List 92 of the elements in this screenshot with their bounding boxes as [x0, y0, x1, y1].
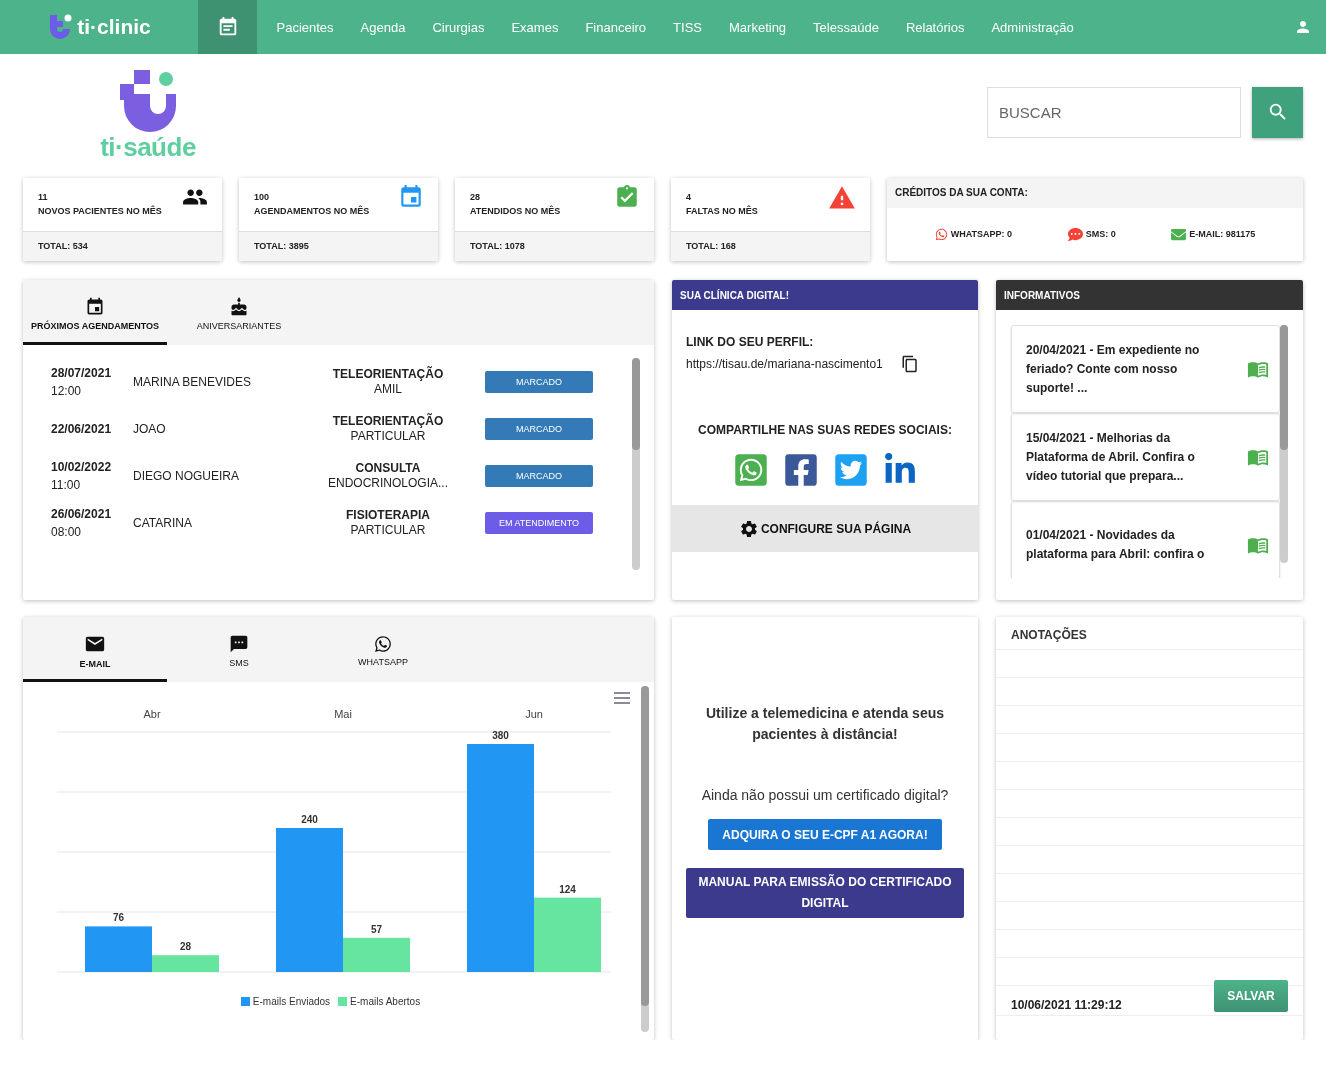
note-timestamp: 10/06/2021 11:29:12 [1011, 996, 1122, 1012]
stat-label: NOVOS PACIENTES NO MÊS [38, 206, 162, 216]
stat-total: TOTAL: 168 [671, 232, 870, 261]
clipboard-check-icon [614, 184, 640, 210]
procedure-text: CONSULTA ENDOCRINOLOGIA... [327, 460, 449, 491]
headline-text: Utilize a telemedicina e atenda seus pacientes à distância! [704, 704, 946, 744]
card-title: INFORMATIVOS [996, 280, 1303, 310]
tab[interactable]: PRÓXIMOS AGENDAMENTOS [23, 280, 167, 345]
stat-total: TOTAL: 3895 [239, 232, 438, 261]
calendar-button[interactable] [198, 0, 257, 54]
stat-total: TOTAL: 534 [23, 232, 222, 261]
card-title: CRÉDITOS DA SUA CONTA: [887, 178, 1303, 208]
status-badge: EM ATENDIMENTO [485, 511, 593, 534]
tab[interactable]: ANIVERSARIANTES [167, 280, 311, 345]
patient-name: DIEGO NOGUEIRA [133, 468, 240, 483]
logo-icon [120, 69, 176, 132]
axis-label: Mai [334, 708, 352, 720]
data-label: 57 [370, 923, 383, 935]
patient-name: JOAO [133, 421, 167, 436]
tab[interactable]: E-MAIL [23, 617, 167, 682]
scrollbar[interactable] [641, 686, 649, 1032]
axis-label: Abr [143, 708, 161, 720]
twitter-icon[interactable] [833, 452, 869, 488]
logo-icon [47, 13, 74, 41]
stat-value: 100 [254, 192, 271, 202]
data-label: 380 [492, 730, 509, 741]
calendar-icon [85, 297, 105, 317]
procedure-text: FISIOTERAPIA PARTICULAR [345, 507, 431, 538]
news-item[interactable]: 20/04/2021 - Em expediente no feriado? Conte com nosso suporte! ... [1011, 325, 1280, 413]
search-field[interactable]: BUSCAR [987, 86, 1241, 138]
status-badge: MARCADO [485, 370, 593, 393]
cake-icon [229, 297, 249, 317]
stat-label: FALTAS NO MÊS [686, 206, 758, 216]
whatsapp-icon[interactable] [733, 452, 769, 488]
calendar-icon [398, 184, 424, 210]
sms-bubble-icon [1067, 226, 1083, 242]
configure-button[interactable]: CONFIGURE SUA PÁGINA [672, 505, 978, 552]
tab[interactable]: WHATSAPP [311, 617, 455, 682]
credit-label: SMS: 0 [1085, 229, 1116, 239]
user-icon[interactable] [1294, 18, 1312, 36]
card-title: ANOTAÇÕES [996, 617, 1303, 650]
scrollbar[interactable] [1280, 325, 1288, 563]
facebook-icon[interactable] [783, 452, 819, 488]
stat-value: 4 [686, 192, 692, 202]
status-badge: MARCADO [485, 417, 593, 440]
warning-icon [828, 184, 856, 212]
menu-icon[interactable] [614, 692, 630, 704]
legend-swatch [338, 997, 348, 1006]
data-label: 76 [112, 912, 125, 924]
procedure-text: TELEORIENTAÇÃO AMIL [331, 366, 445, 397]
brand-name: ti·clinic [77, 15, 151, 39]
stat-label: ATENDIDOS NO MÊS [470, 206, 561, 216]
stat-value: 11 [38, 192, 49, 202]
copy-icon[interactable] [900, 355, 919, 373]
whatsapp-icon [374, 635, 392, 653]
share-label: COMPARTILHE NAS SUAS REDES SOCIAIS: [697, 423, 953, 437]
procedure-text: TELEORIENTAÇÃO PARTICULAR [331, 413, 445, 444]
appointment-datetime: 28/07/2021 12:00 [51, 364, 113, 400]
credit-label: WHATSAPP: 0 [950, 229, 1013, 239]
legend-label[interactable]: E-mails Abertos [350, 996, 421, 1007]
data-label: 124 [559, 883, 576, 895]
credit-label: E-MAIL: 981175 [1189, 229, 1256, 239]
appointment-datetime: 26/06/2021 08:00 [51, 505, 113, 541]
status-badge: MARCADO [485, 464, 593, 487]
manual-button[interactable]: MANUAL PARA EMISSÃO DO CERTIFICADO DIGITAL [686, 868, 964, 918]
stat-value: 28 [470, 192, 481, 202]
axis-label: Jun [525, 708, 543, 720]
data-label: 28 [179, 941, 192, 953]
question-text: Ainda não possui um certificado digital? [701, 787, 949, 803]
tab[interactable]: SMS [167, 617, 311, 682]
news-item[interactable]: 15/04/2021 - Melhorias da Plataforma de Abril. Confira o vídeo tutorial que prepara... [1011, 413, 1280, 501]
logo-text: ti·saúde [100, 131, 196, 163]
data-label: 240 [301, 814, 318, 825]
stat-total: TOTAL: 1078 [455, 232, 654, 261]
scrollbar[interactable] [632, 358, 640, 570]
stat-label: AGENDAMENTOS NO MÊS [254, 206, 370, 216]
appointment-datetime: 22/06/2021 [51, 420, 113, 438]
envelope-icon [1171, 226, 1187, 242]
appointment-datetime: 10/02/2022 11:00 [51, 458, 113, 494]
patient-name: MARINA BENEVIDES [133, 374, 253, 389]
sms-bubble-icon [229, 634, 249, 654]
legend-label[interactable]: E-mails Enviados [252, 996, 331, 1007]
search-button[interactable] [1252, 86, 1303, 138]
gear-icon [738, 518, 759, 539]
buy-certificate-button[interactable]: ADQUIRA O SEU E-CPF A1 AGORA! [708, 819, 942, 850]
profile-link[interactable]: https://tisau.de/mariana-nascimento1 [686, 357, 883, 371]
patient-name: CATARINA [133, 515, 193, 530]
card-title: SUA CLÍNICA DIGITAL! [672, 280, 978, 310]
link-label: LINK DO SEU PERFIL: [686, 335, 815, 349]
news-item[interactable]: 01/04/2021 - Novidades da plataforma para Abril: confira o [1011, 501, 1280, 578]
whatsapp-icon [934, 227, 948, 241]
legend-swatch [240, 997, 250, 1006]
